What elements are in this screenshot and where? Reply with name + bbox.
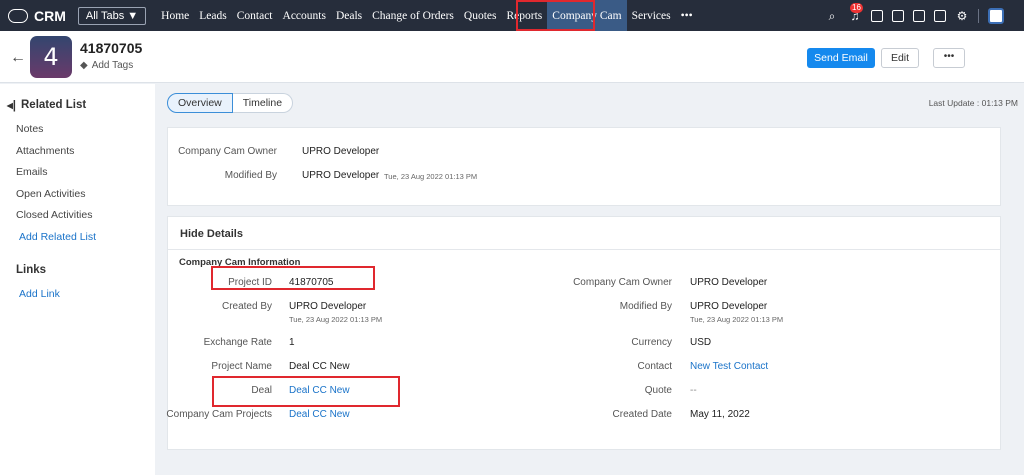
all-tabs-dropdown[interactable]: All Tabs ▼: [77, 6, 147, 25]
modified-by-label: Modified By: [224, 170, 277, 181]
user-avatar[interactable]: [988, 7, 1004, 24]
sidebar-item-emails[interactable]: Emails: [16, 166, 48, 178]
app-name: CRM: [34, 7, 66, 24]
search-icon[interactable]: ⌕: [825, 9, 839, 23]
tab-reports[interactable]: Reports: [502, 0, 548, 31]
related-list-title[interactable]: ◂| Related List: [7, 98, 86, 112]
tab-contact[interactable]: Contact: [232, 0, 278, 31]
exchange-rate-label: Exchange Rate: [203, 337, 272, 348]
created-by-value[interactable]: UPRO Developer: [289, 301, 366, 312]
company-cam-projects-link[interactable]: Deal CC New: [289, 409, 350, 420]
record-avatar: 4: [30, 36, 72, 78]
record-title: 41870705: [80, 40, 143, 56]
more-actions-button[interactable]: •••: [933, 48, 965, 68]
send-email-button[interactable]: Send Email: [807, 48, 875, 68]
owner-label: Company Cam Owner: [178, 146, 277, 157]
top-navigation-bar: CRM All Tabs ▼ Home Leads Contact Accoun…: [0, 0, 1024, 31]
view-tabs-bar: Overview Timeline Last Update : 01:13 PM: [155, 84, 1024, 120]
tab-quotes[interactable]: Quotes: [459, 0, 502, 31]
created-date-value[interactable]: May 11, 2022: [690, 409, 750, 420]
tab-accounts[interactable]: Accounts: [278, 0, 331, 31]
view-toggle: Overview Timeline: [167, 93, 294, 113]
tab-services[interactable]: Services: [627, 0, 676, 31]
gear-icon[interactable]: ⚙: [955, 9, 969, 23]
add-link[interactable]: Add Link: [19, 288, 60, 300]
details-card: Hide Details Company Cam Information Pro…: [166, 216, 1001, 450]
right-modified-label: Modified By: [619, 301, 672, 312]
currency-value[interactable]: USD: [690, 337, 711, 348]
store-icon[interactable]: [934, 9, 946, 22]
related-list-sidebar: ◂| Related List Notes Attachments Emails…: [0, 84, 155, 475]
related-list-label: Related List: [21, 99, 87, 111]
sidebar-item-attachments[interactable]: Attachments: [16, 145, 74, 157]
sidebar-item-closed-activities[interactable]: Closed Activities: [16, 209, 92, 221]
tab-change-of-orders[interactable]: Change of Orders: [367, 0, 459, 31]
sidebar-item-notes[interactable]: Notes: [16, 123, 43, 135]
hide-details-toggle[interactable]: Hide Details: [180, 228, 243, 240]
modified-time: Tue, 23 Aug 2022 01:13 PM: [384, 172, 478, 181]
contact-label: Contact: [637, 361, 672, 372]
tab-timeline[interactable]: Timeline: [232, 93, 294, 113]
calendar-icon[interactable]: [871, 9, 883, 22]
notification-badge: 16: [850, 2, 863, 13]
currency-label: Currency: [631, 337, 672, 348]
crm-logo[interactable]: CRM: [8, 8, 66, 24]
crm-logo-icon: [8, 8, 28, 23]
tab-company-cam[interactable]: Company Cam: [547, 0, 627, 31]
project-id-label: Project ID: [228, 277, 272, 288]
right-owner-label: Company Cam Owner: [573, 277, 672, 288]
created-date-label: Created Date: [612, 409, 672, 420]
tab-overview[interactable]: Overview: [167, 93, 233, 113]
tab-deals[interactable]: Deals: [331, 0, 367, 31]
add-tags-link[interactable]: ◆ Add Tags: [80, 60, 133, 71]
modified-by-value[interactable]: UPRO Developer: [302, 170, 379, 181]
right-modified-time: Tue, 23 Aug 2022 01:13 PM: [690, 315, 784, 324]
section-divider: [168, 249, 1000, 250]
exchange-rate-value[interactable]: 1: [289, 337, 295, 348]
contact-link[interactable]: New Test Contact: [690, 361, 768, 372]
add-tags-label: Add Tags: [91, 60, 134, 71]
tab-leads[interactable]: Leads: [194, 0, 231, 31]
tag-icon: ◆: [80, 60, 88, 71]
back-arrow-icon[interactable]: ←: [10, 49, 26, 67]
tab-home[interactable]: Home: [156, 0, 194, 31]
module-tabs: Home Leads Contact Accounts Deals Change…: [156, 0, 698, 31]
right-owner-value[interactable]: UPRO Developer: [690, 277, 767, 288]
top-icons: ⌕ ♫ 16 ⚙: [825, 0, 1004, 31]
summary-card: Company Cam Owner UPRO Developer Modifie…: [167, 127, 1001, 206]
divider: [978, 8, 979, 23]
last-update: Last Update : 01:13 PM: [928, 98, 1018, 108]
deal-link[interactable]: Deal CC New: [289, 385, 350, 396]
created-by-label: Created By: [221, 301, 272, 312]
add-related-list-link[interactable]: Add Related List: [19, 231, 96, 243]
quote-label: Quote: [644, 385, 672, 396]
quote-value[interactable]: --: [690, 385, 697, 396]
links-title: Links: [16, 264, 47, 276]
sidebar-item-open-activities[interactable]: Open Activities: [16, 188, 85, 200]
section-title: Company Cam Information: [179, 257, 301, 268]
bell-icon[interactable]: ♫ 16: [848, 2, 863, 23]
project-name-label: Project Name: [211, 361, 272, 372]
project-name-value[interactable]: Deal CC New: [289, 361, 350, 372]
created-time: Tue, 23 Aug 2022 01:13 PM: [289, 315, 383, 324]
record-header: ← 4 41870705 ◆ Add Tags Send Email Edit …: [0, 31, 1024, 83]
right-modified-value[interactable]: UPRO Developer: [690, 301, 767, 312]
company-cam-projects-label: Company Cam Projects: [166, 409, 272, 420]
more-tabs-button[interactable]: •••: [676, 0, 698, 31]
owner-value[interactable]: UPRO Developer: [302, 146, 379, 157]
project-id-value[interactable]: 41870705: [289, 277, 334, 288]
screen-icon[interactable]: [892, 9, 904, 22]
mail-icon[interactable]: [913, 9, 925, 22]
edit-button[interactable]: Edit: [881, 48, 919, 68]
collapse-icon[interactable]: ◂|: [7, 98, 16, 112]
deal-label: Deal: [251, 385, 272, 396]
